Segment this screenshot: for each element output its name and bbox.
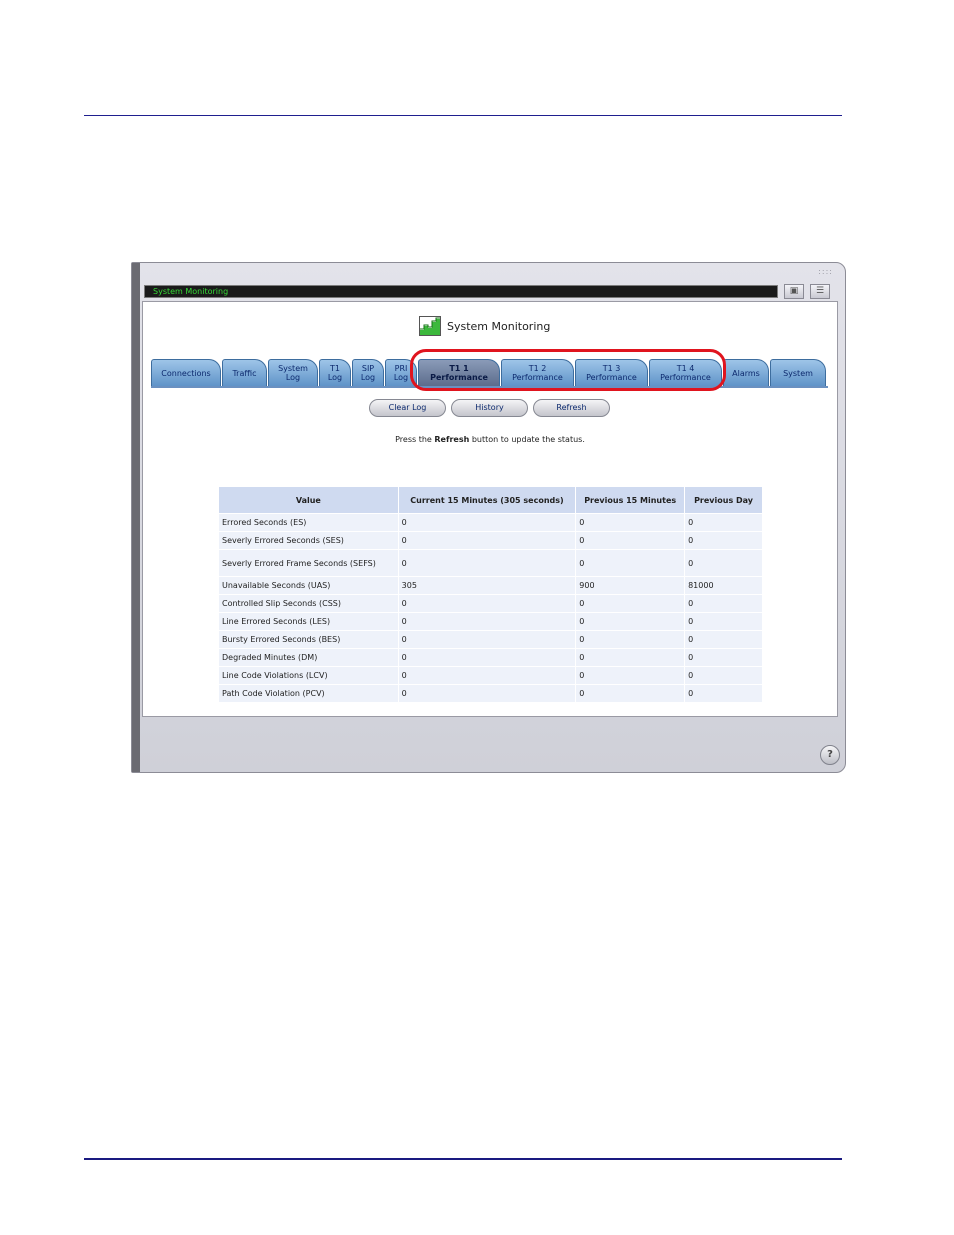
table-cell: 900 (575, 576, 686, 595)
table-cell: 81000 (684, 576, 763, 595)
header-rule (84, 115, 842, 116)
help-icon[interactable]: ? (820, 745, 840, 765)
highlight-annotation (410, 349, 726, 391)
table-cell: Severly Errored Frame Seconds (SEFS) (218, 549, 399, 577)
app-window: :::: System Monitoring ▣ ☰ System Monito… (131, 262, 846, 773)
table-cell: 0 (684, 648, 763, 667)
table-cell: Line Code Violations (LCV) (218, 666, 399, 685)
clear-log-button[interactable]: Clear Log (369, 399, 446, 417)
monitor-chart-icon (419, 316, 441, 336)
menu-icon[interactable]: ☰ (810, 284, 830, 299)
window-grip[interactable]: :::: (818, 267, 833, 276)
table-header-row: Value Current 15 Minutes (305 seconds) P… (218, 486, 763, 514)
table-cell: 0 (575, 531, 686, 550)
table-cell: 0 (397, 648, 577, 667)
column-header: Value (218, 486, 399, 514)
table-row: Line Errored Seconds (LES) 0 0 0 (218, 612, 763, 631)
table-cell: 0 (397, 513, 577, 532)
table-cell: Bursty Errored Seconds (BES) (218, 630, 399, 649)
table-cell: 0 (397, 549, 577, 577)
table-row: Degraded Minutes (DM) 0 0 0 (218, 648, 763, 667)
window-left-edge (132, 263, 140, 772)
table-cell: 0 (397, 594, 577, 613)
table-row: Errored Seconds (ES) 0 0 0 (218, 513, 763, 532)
table-cell: 0 (397, 684, 577, 703)
table-cell: Line Errored Seconds (LES) (218, 612, 399, 631)
table-cell: 0 (575, 549, 686, 577)
tab-sip-log[interactable]: SIP Log (352, 359, 384, 386)
table-cell: 0 (575, 594, 686, 613)
hint-bold: Refresh (434, 435, 470, 444)
history-button[interactable]: History (451, 399, 528, 417)
tab-alarms[interactable]: Alarms (723, 359, 769, 386)
table-cell: Degraded Minutes (DM) (218, 648, 399, 667)
tab-traffic[interactable]: Traffic (222, 359, 267, 386)
table-cell: Controlled Slip Seconds (CSS) (218, 594, 399, 613)
table-row: Unavailable Seconds (UAS) 305 900 81000 (218, 576, 763, 595)
table-cell: 0 (575, 612, 686, 631)
hint-prefix: Press the (395, 435, 435, 444)
table-row: Bursty Errored Seconds (BES) 0 0 0 (218, 630, 763, 649)
table-cell: 0 (684, 513, 763, 532)
table-row: Severly Errored Frame Seconds (SEFS) 0 0 0 (218, 549, 763, 577)
table-row: Path Code Violation (PCV) 0 0 0 (218, 684, 763, 703)
table-cell: Unavailable Seconds (UAS) (218, 576, 399, 595)
table-cell: Severly Errored Seconds (SES) (218, 531, 399, 550)
column-header: Previous Day (684, 486, 763, 514)
table-cell: 0 (397, 630, 577, 649)
table-cell: 0 (684, 684, 763, 703)
table-cell: 0 (575, 513, 686, 532)
table-cell: 305 (397, 576, 577, 595)
table-cell: 0 (684, 630, 763, 649)
window-title-bar: System Monitoring (144, 285, 778, 298)
table-row: Line Code Violations (LCV) 0 0 0 (218, 666, 763, 685)
table-cell: 0 (684, 666, 763, 685)
window-title: System Monitoring (153, 287, 229, 296)
table-cell: 0 (684, 594, 763, 613)
content-pane: System Monitoring Connections Traffic Sy… (142, 301, 838, 717)
tab-connections[interactable]: Connections (151, 359, 221, 386)
table-cell: 0 (684, 549, 763, 577)
page-title: System Monitoring (447, 319, 551, 333)
column-header: Current 15 Minutes (305 seconds) (397, 486, 577, 514)
table-cell: 0 (575, 666, 686, 685)
status-hint: Press the Refresh button to update the s… (143, 435, 837, 444)
hint-suffix: button to update the status. (469, 435, 585, 444)
performance-table: Value Current 15 Minutes (305 seconds) P… (218, 486, 763, 703)
restore-icon[interactable]: ▣ (784, 284, 804, 299)
refresh-button[interactable]: Refresh (533, 399, 610, 417)
table-cell: 0 (397, 666, 577, 685)
footer-rule (84, 1158, 842, 1160)
table-cell: 0 (684, 612, 763, 631)
table-row: Severly Errored Seconds (SES) 0 0 0 (218, 531, 763, 550)
tab-t1-log[interactable]: T1 Log (319, 359, 351, 386)
table-cell: Path Code Violation (PCV) (218, 684, 399, 703)
column-header: Previous 15 Minutes (575, 486, 686, 514)
table-row: Controlled Slip Seconds (CSS) 0 0 0 (218, 594, 763, 613)
table-cell: 0 (575, 648, 686, 667)
table-cell: 0 (397, 531, 577, 550)
tab-system-log[interactable]: System Log (268, 359, 318, 386)
table-cell: 0 (397, 612, 577, 631)
table-cell: Errored Seconds (ES) (218, 513, 399, 532)
table-cell: 0 (575, 684, 686, 703)
page-header: System Monitoring (419, 316, 550, 336)
table-cell: 0 (575, 630, 686, 649)
table-cell: 0 (684, 531, 763, 550)
tab-system[interactable]: System (770, 359, 826, 386)
